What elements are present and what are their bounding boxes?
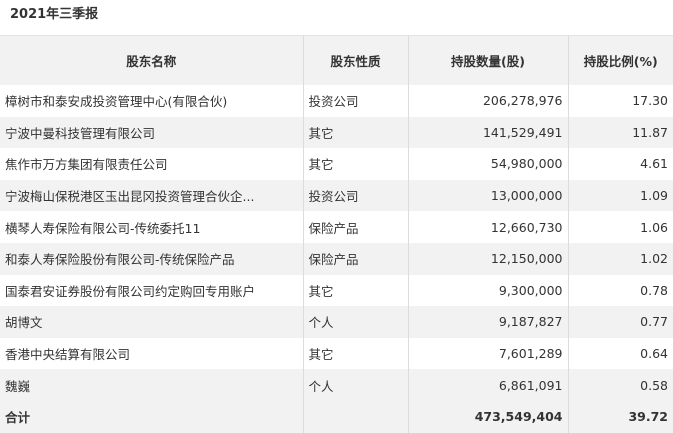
holder-type: 其它 <box>303 116 409 149</box>
share-count: 13,000,000 <box>408 179 569 212</box>
total-label: 合计 <box>0 400 304 433</box>
holder-name: 焦作市万方集团有限责任公司 <box>0 148 304 180</box>
holder-name: 胡博文 <box>0 306 304 338</box>
share-count: 7,601,289 <box>408 337 569 370</box>
share-ratio: 0.58 <box>568 369 673 401</box>
report-title: 2021年三季报 <box>10 7 99 22</box>
holder-name[interactable]: 宁波梅山保税港区玉出昆冈投资管理合伙企... <box>0 179 304 212</box>
table-row: 魏巍 个人 6,861,091 0.58 <box>0 369 673 401</box>
holder-name: 宁波中曼科技管理有限公司 <box>0 116 304 149</box>
share-ratio: 0.64 <box>568 337 673 370</box>
table-row: 焦作市万方集团有限责任公司 其它 54,980,000 4.61 <box>0 148 673 180</box>
share-ratio: 1.02 <box>568 242 673 275</box>
share-count: 12,660,730 <box>408 211 569 243</box>
share-count: 9,187,827 <box>408 306 569 338</box>
share-count: 12,150,000 <box>408 242 569 275</box>
total-share-count: 473,549,404 <box>408 400 569 433</box>
holder-type: 其它 <box>303 148 409 180</box>
header-holder-name: 股东名称 <box>0 35 304 85</box>
share-count: 6,861,091 <box>408 369 569 401</box>
header-share-count: 持股数量(股) <box>408 35 569 85</box>
table-row: 和泰人寿保险股份有限公司-传统保险产品 保险产品 12,150,000 1.02 <box>0 242 673 275</box>
table-header-row: 股东名称 股东性质 持股数量(股) 持股比例(%) <box>0 35 673 85</box>
holder-type: 投资公司 <box>303 179 409 212</box>
share-ratio: 11.87 <box>568 116 673 149</box>
holder-type: 保险产品 <box>303 242 409 275</box>
holder-name: 横琴人寿保险有限公司-传统委托11 <box>0 211 304 243</box>
total-row: 合计 473,549,404 39.72 <box>0 400 673 433</box>
shareholders-table: 股东名称 股东性质 持股数量(股) 持股比例(%) 樟树市和泰安成投资管理中心(… <box>0 35 673 433</box>
holder-name: 樟树市和泰安成投资管理中心(有限合伙) <box>0 85 304 117</box>
table-row: 胡博文 个人 9,187,827 0.77 <box>0 306 673 338</box>
table-row: 宁波梅山保税港区玉出昆冈投资管理合伙企... 投资公司 13,000,000 1… <box>0 179 673 212</box>
share-count: 9,300,000 <box>408 274 569 307</box>
header-holder-type: 股东性质 <box>303 35 409 85</box>
holder-type: 个人 <box>303 306 409 338</box>
share-ratio: 0.77 <box>568 306 673 338</box>
holder-type: 个人 <box>303 369 409 401</box>
header-share-ratio: 持股比例(%) <box>568 35 673 85</box>
table-row: 横琴人寿保险有限公司-传统委托11 保险产品 12,660,730 1.06 <box>0 211 673 243</box>
share-ratio: 0.78 <box>568 274 673 307</box>
share-ratio: 17.30 <box>568 85 673 117</box>
share-ratio: 1.09 <box>568 179 673 212</box>
share-ratio: 1.06 <box>568 211 673 243</box>
share-count: 206,278,976 <box>408 85 569 117</box>
share-ratio: 4.61 <box>568 148 673 180</box>
table-row: 樟树市和泰安成投资管理中心(有限合伙) 投资公司 206,278,976 17.… <box>0 85 673 117</box>
total-share-ratio: 39.72 <box>568 400 673 433</box>
holder-name: 魏巍 <box>0 369 304 401</box>
holder-type: 投资公司 <box>303 85 409 117</box>
holder-type: 其它 <box>303 337 409 370</box>
table-row: 香港中央结算有限公司 其它 7,601,289 0.64 <box>0 337 673 370</box>
share-count: 141,529,491 <box>408 116 569 149</box>
holder-name: 国泰君安证券股份有限公司约定购回专用账户 <box>0 274 304 307</box>
total-type <box>303 400 409 433</box>
table-row: 宁波中曼科技管理有限公司 其它 141,529,491 11.87 <box>0 116 673 149</box>
holder-type: 保险产品 <box>303 211 409 243</box>
table-row: 国泰君安证券股份有限公司约定购回专用账户 其它 9,300,000 0.78 <box>0 274 673 307</box>
holder-name: 香港中央结算有限公司 <box>0 337 304 370</box>
share-count: 54,980,000 <box>408 148 569 180</box>
holder-name: 和泰人寿保险股份有限公司-传统保险产品 <box>0 242 304 275</box>
holder-type: 其它 <box>303 274 409 307</box>
